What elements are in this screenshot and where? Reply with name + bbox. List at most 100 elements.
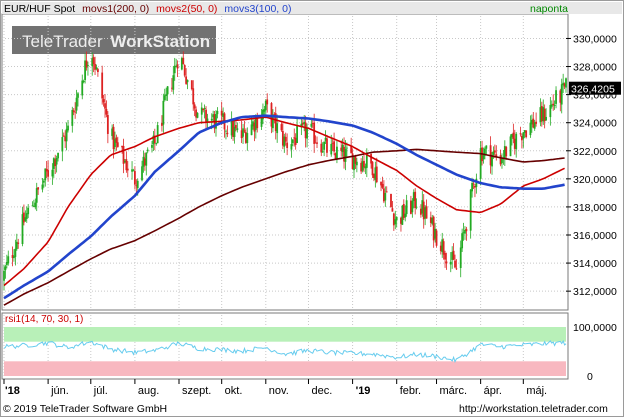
x-tick-label: szept. (182, 385, 211, 397)
y-tick-label: 322,0000 (573, 146, 617, 158)
candle-body (151, 144, 153, 148)
candle-body (375, 166, 378, 183)
candle-body (14, 248, 17, 257)
candle-body (501, 158, 503, 164)
candle-body (27, 207, 30, 215)
candle-body (51, 169, 54, 177)
candle-body (284, 136, 287, 142)
candle-body (243, 130, 246, 132)
candle-body (146, 149, 149, 152)
candle-body (469, 189, 472, 231)
candle-body (126, 168, 129, 171)
candle-body (236, 128, 239, 130)
y-tick-label: 330,0000 (573, 33, 617, 45)
candle-body (97, 69, 99, 73)
candle-body (404, 213, 407, 218)
candle-body (411, 200, 414, 213)
candle-body (42, 180, 45, 183)
candle-body (92, 57, 95, 65)
candle-body (182, 57, 185, 65)
candle-body (553, 105, 556, 106)
legend-instrument: EUR/HUF Spot (4, 3, 75, 15)
candle-body (17, 242, 20, 244)
candle-body (276, 123, 279, 134)
candle-body (55, 158, 58, 165)
candle-body (266, 99, 269, 105)
candle-body (72, 110, 75, 112)
candle-body (326, 138, 328, 153)
candle-body (529, 122, 532, 136)
candle-body (163, 95, 166, 101)
candle-body (106, 115, 109, 134)
candle-body (81, 80, 84, 96)
candle-body (330, 143, 333, 155)
candle-body (472, 183, 475, 185)
candle-body (246, 133, 249, 144)
candle-body (455, 268, 458, 270)
x-tick-label: '19 (356, 385, 371, 397)
x-tick-label: nov. (269, 385, 289, 397)
candle-body (3, 270, 5, 281)
rsi-tick-label: 0 (587, 371, 593, 383)
x-tick-label: márc. (440, 385, 468, 397)
candle-body (203, 107, 206, 109)
candle-body (452, 250, 455, 260)
chart-canvas: EUR/HUF Spot movs1(200, 0) movs2(50, 0) … (0, 0, 624, 417)
candle-body (172, 75, 175, 90)
candle-body (286, 142, 289, 149)
candle-body (242, 128, 244, 137)
candle-body (381, 183, 384, 188)
candle-body (280, 124, 283, 131)
footer-url[interactable]: http://workstation.teletrader.com (459, 403, 608, 415)
x-tick-label: okt. (225, 385, 243, 397)
candle-body (465, 228, 468, 232)
candle-body (445, 261, 448, 264)
candle-body (34, 202, 37, 208)
candle-body (166, 86, 169, 95)
candle-body (192, 88, 195, 105)
candle-body (560, 84, 563, 105)
y-tick-label: 318,0000 (573, 202, 617, 214)
x-tick-label: jún. (50, 385, 69, 397)
candle-body (395, 216, 398, 221)
watermark-text: TeleTrader WorkStation (22, 32, 210, 51)
candle-body (165, 94, 168, 96)
candle-body (355, 161, 358, 166)
candle-body (47, 170, 50, 177)
y-tick-label: 320,0000 (573, 174, 617, 186)
candle-body (350, 146, 353, 154)
candle-body (101, 72, 104, 99)
x-tick-label: aug. (138, 385, 159, 397)
y-tick-label: 324,0000 (573, 118, 617, 130)
candle-body (535, 121, 538, 124)
candle-body (35, 188, 38, 203)
candle-body (321, 151, 324, 153)
candle-body (136, 180, 139, 189)
candle-body (190, 80, 193, 90)
legend-movs2: movs2(50, 0) (156, 3, 217, 15)
x-tick-label: ápr. (484, 385, 502, 397)
candle-body (31, 205, 34, 207)
x-tick-label: febr. (400, 385, 421, 397)
candle-body (449, 261, 452, 265)
candle-body (77, 93, 79, 98)
candle-body (522, 132, 525, 139)
rsi-oversold-band (4, 361, 566, 376)
candle-body (313, 122, 316, 144)
candle-body (391, 208, 394, 212)
candle-body (555, 90, 557, 104)
candle-body (210, 118, 213, 121)
candle-body (37, 187, 40, 190)
candle-body (509, 136, 512, 157)
candle-body (493, 150, 496, 153)
candle-body (545, 116, 547, 121)
candle-body (365, 154, 368, 168)
candle-body (225, 130, 227, 132)
candle-body (186, 79, 189, 83)
candle-body (371, 161, 374, 176)
candle-body (549, 104, 552, 118)
period-label[interactable]: naponta (530, 3, 568, 15)
candle-body (57, 152, 59, 159)
x-tick-label: máj. (526, 385, 547, 397)
candle-body (226, 132, 229, 135)
